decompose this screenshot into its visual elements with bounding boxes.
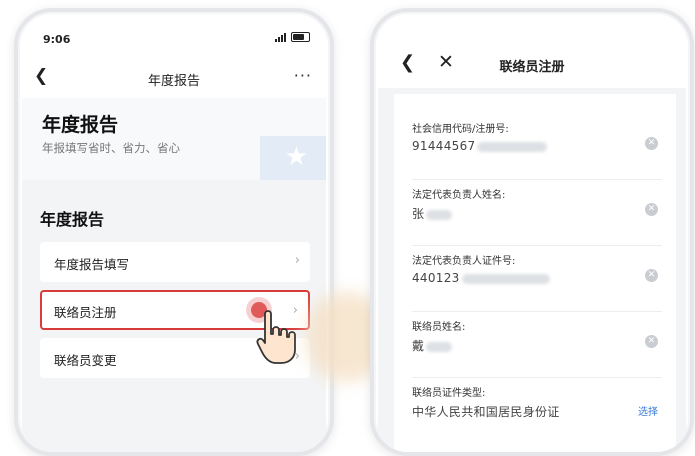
- clear-icon[interactable]: ✕: [645, 269, 658, 282]
- divider: [412, 245, 662, 246]
- signal-icon: [275, 32, 287, 42]
- nav-bar: ❮ 年度报告 ···: [18, 64, 330, 94]
- clear-icon[interactable]: ✕: [645, 203, 658, 216]
- field-value: 中华人民共和国居民身份证: [412, 405, 560, 419]
- divider: [412, 377, 662, 378]
- phone-left: 9:06 ❮ 年度报告 ··· ★ 年度报告 年报填写省时、省力、省心 年度报告…: [14, 8, 334, 456]
- back-icon[interactable]: ❮: [400, 52, 415, 73]
- section-title: 年度报告: [40, 210, 105, 229]
- field-label: 法定代表负责人姓名:: [412, 190, 506, 201]
- field-legal-rep-id[interactable]: 法定代表负责人证件号: 440123 ✕: [412, 252, 662, 312]
- field-value[interactable]: 91444567: [412, 139, 548, 153]
- nav-title: 联络员注册: [499, 60, 565, 75]
- field-value[interactable]: 戴: [412, 337, 453, 354]
- field-credit-code[interactable]: 社会信用代码/注册号: 91444567 ✕: [412, 120, 662, 180]
- status-icons: [275, 32, 310, 42]
- divider: [412, 179, 662, 180]
- field-value[interactable]: 张: [412, 205, 453, 222]
- menu-item-annual-report-fill[interactable]: 年度报告填写 ›: [40, 242, 310, 282]
- select-link[interactable]: 选择: [638, 403, 658, 418]
- status-time: 9:06: [43, 33, 71, 46]
- clear-icon[interactable]: ✕: [645, 335, 658, 348]
- nav-bar: ❮ ✕ 联络员注册: [374, 48, 690, 82]
- more-icon[interactable]: ···: [294, 66, 312, 85]
- banner: ★ 年度报告 年报填写省时、省力、省心: [22, 98, 326, 180]
- field-label: 联络员姓名:: [412, 322, 466, 333]
- menu-item-label: 年度报告填写: [54, 257, 130, 272]
- registration-form: 社会信用代码/注册号: 91444567 ✕ 法定代表负责人姓名: 张 ✕ 法定…: [394, 94, 676, 452]
- battery-icon: [291, 32, 310, 42]
- menu-item-label: 联络员注册: [54, 305, 117, 320]
- field-label: 联络员证件类型:: [412, 388, 486, 399]
- field-liaison-id-type[interactable]: 联络员证件类型: 中华人民共和国居民身份证 选择: [412, 384, 662, 444]
- pointing-hand-icon: [256, 310, 296, 364]
- phone-right: ❮ ✕ 联络员注册 社会信用代码/注册号: 91444567 ✕ 法定代表负责人…: [370, 8, 694, 456]
- field-value[interactable]: 440123: [412, 271, 550, 285]
- field-liaison-name[interactable]: 联络员姓名: 戴 ✕: [412, 318, 662, 378]
- menu-item-label: 联络员变更: [54, 353, 117, 368]
- banner-subtitle: 年报填写省时、省力、省心: [42, 141, 180, 155]
- field-legal-rep-name[interactable]: 法定代表负责人姓名: 张 ✕: [412, 186, 662, 246]
- clear-icon[interactable]: ✕: [645, 137, 658, 150]
- divider: [412, 311, 662, 312]
- field-label: 社会信用代码/注册号:: [412, 124, 509, 135]
- banner-title: 年度报告: [42, 114, 119, 136]
- nav-title: 年度报告: [147, 74, 200, 89]
- field-label: 法定代表负责人证件号:: [412, 256, 516, 267]
- close-icon[interactable]: ✕: [438, 51, 454, 73]
- chevron-right-icon: ›: [294, 253, 300, 268]
- star-icon: ★: [284, 142, 308, 172]
